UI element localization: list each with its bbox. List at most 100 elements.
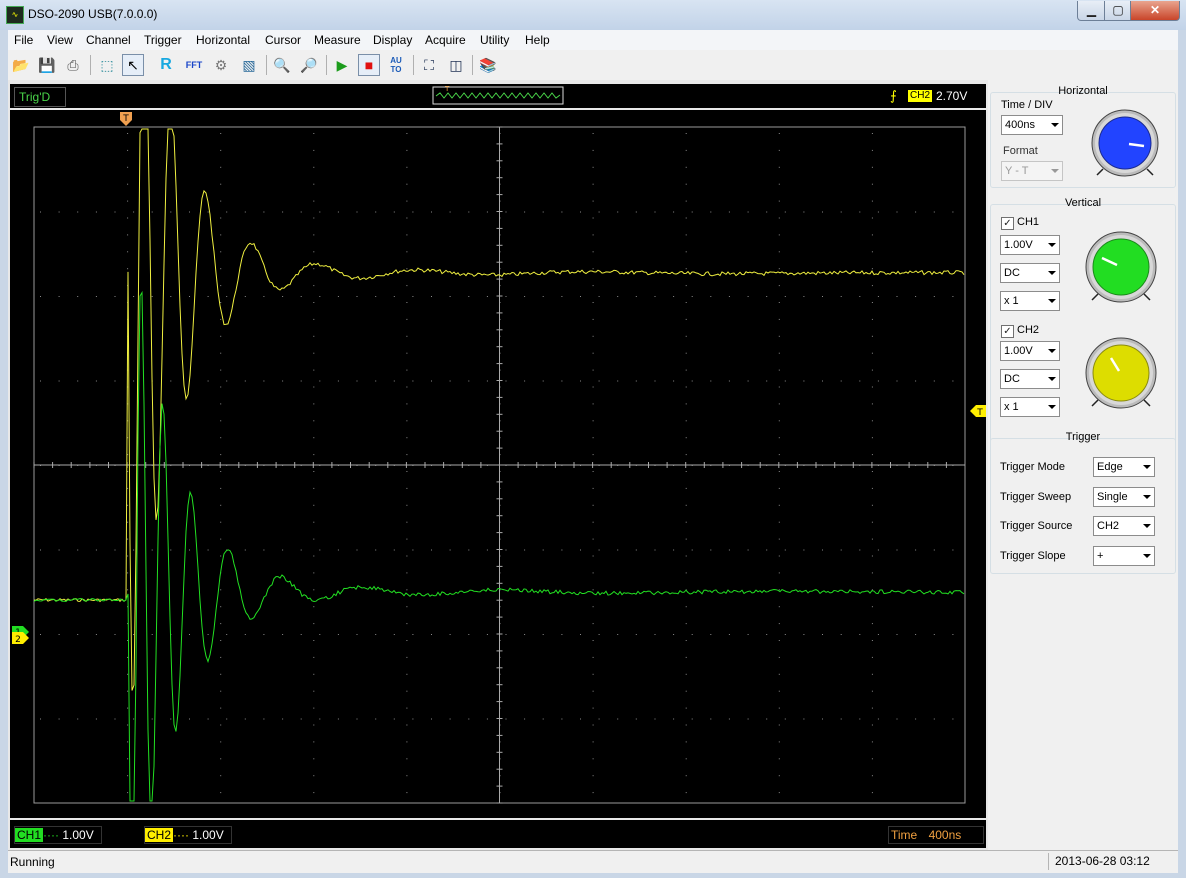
grid-dot <box>313 707 315 709</box>
ch1-coupling-select[interactable]: DC <box>1000 263 1060 283</box>
grid-dot <box>468 296 470 297</box>
trigger-source-tag: CH2 <box>908 90 933 102</box>
menu-utility[interactable]: Utility <box>480 33 509 47</box>
ch1-volts-knob[interactable] <box>1083 229 1159 305</box>
ch2-coupling-select[interactable]: DC <box>1000 369 1060 389</box>
auto-icon[interactable]: AU TO <box>385 54 407 76</box>
menu-display[interactable]: Display <box>373 33 412 47</box>
math-icon[interactable]: ⚙ <box>210 54 232 76</box>
grid-dot <box>592 166 594 168</box>
grid-dot <box>685 166 687 168</box>
minimize-button[interactable]: ▁ <box>1077 1 1106 21</box>
grid-dot <box>635 634 637 635</box>
grid-dot <box>592 792 594 794</box>
menu-acquire[interactable]: Acquire <box>425 33 466 47</box>
persist-icon[interactable]: ▧ <box>238 54 260 76</box>
grid-dot <box>393 211 395 213</box>
grid-dot <box>592 386 594 388</box>
grid-dot <box>803 634 805 635</box>
grid-dot <box>635 296 637 297</box>
grid-dot <box>375 211 377 213</box>
ch1-probe-select[interactable]: x 1 <box>1000 291 1060 311</box>
grid-dot <box>592 352 594 354</box>
grid-dot <box>226 634 228 635</box>
grid-dot <box>871 369 873 371</box>
scope-screen[interactable]: T T 1 2 <box>10 110 986 818</box>
grid-dot <box>406 487 408 489</box>
grid-dot <box>747 296 749 297</box>
trigger-level: 2.70V <box>936 89 968 103</box>
time-label: Time <box>891 828 918 842</box>
menu-help[interactable]: Help <box>525 33 550 47</box>
book-icon[interactable]: 📚 <box>477 54 499 76</box>
grid-dot <box>859 549 861 551</box>
grid-dot <box>592 741 594 743</box>
menu-file[interactable]: File <box>14 33 33 47</box>
grid-dot <box>933 211 935 213</box>
menu-trigger[interactable]: Trigger <box>144 33 182 47</box>
trigger-sweep-select[interactable]: Single <box>1093 487 1155 507</box>
print-icon[interactable]: ⎙ <box>62 54 84 76</box>
fft-icon[interactable]: FFT <box>183 54 205 76</box>
grid-dot <box>685 673 687 675</box>
zoom-out-icon[interactable]: 🔎 <box>298 54 320 76</box>
run-icon[interactable]: ▶ <box>331 54 353 76</box>
pointer-icon[interactable]: ↖ <box>122 54 144 76</box>
ch1-volts-select[interactable]: 1.00V <box>1000 235 1060 255</box>
grid-dot <box>778 504 780 506</box>
fullscreen-icon[interactable]: ⛶ <box>418 54 440 76</box>
grid-dot <box>685 555 687 557</box>
grid-dot <box>263 211 265 213</box>
zoom-in-icon[interactable]: 🔍 <box>271 54 293 76</box>
grid-dot <box>313 640 315 641</box>
menu-horizontal[interactable]: Horizontal <box>196 33 250 47</box>
grid-dot <box>486 380 488 382</box>
reference-icon[interactable]: R <box>155 54 177 76</box>
grid-dot <box>871 724 873 726</box>
grid-dot <box>747 634 749 635</box>
menu-measure[interactable]: Measure <box>314 33 361 47</box>
menu-cursor[interactable]: Cursor <box>265 33 301 47</box>
format-select[interactable]: Y - T <box>1001 161 1063 181</box>
stop-icon[interactable]: ■ <box>358 54 380 76</box>
time-div-label: Time / DIV <box>1001 99 1053 111</box>
grid-dot <box>877 634 879 635</box>
open-icon[interactable]: 📂 <box>10 54 32 76</box>
trigger-source-select[interactable]: CH2 <box>1093 516 1155 536</box>
grid-dot <box>859 380 861 382</box>
grid-dot <box>282 296 284 297</box>
trigger-marker-label: T <box>122 114 129 124</box>
grid-dot <box>592 183 594 185</box>
maximize-button[interactable]: ▢ <box>1104 1 1132 21</box>
grid-dot <box>710 380 712 382</box>
ch2-volts-select[interactable]: 1.00V <box>1000 341 1060 361</box>
trigger-position-preview[interactable]: T <box>432 84 564 106</box>
grid-dot <box>778 741 780 743</box>
panel-icon[interactable]: ◫ <box>445 54 467 76</box>
menu-view[interactable]: View <box>47 33 73 47</box>
timebase-knob[interactable] <box>1089 107 1161 179</box>
grid-dot <box>127 538 129 540</box>
save-icon[interactable]: 💾 <box>36 54 58 76</box>
status-datetime: 2013-06-28 03:12 <box>1048 853 1183 870</box>
grid-dot <box>524 296 526 297</box>
select-cursor-icon[interactable]: ⬚ <box>96 54 118 76</box>
ch2-probe-select[interactable]: x 1 <box>1000 397 1060 417</box>
ch2-enable-checkbox[interactable]: ✓ <box>1001 325 1014 338</box>
grid-dot <box>822 718 823 720</box>
ch2-volts-knob[interactable] <box>1083 335 1159 411</box>
trigger-slope-select[interactable]: + <box>1093 546 1155 566</box>
grid-dot <box>406 437 408 439</box>
grid-dot <box>877 718 879 720</box>
menu-channel[interactable]: Channel <box>86 33 131 47</box>
close-button[interactable]: ✕ <box>1130 1 1180 21</box>
grid-dot <box>133 211 135 213</box>
time-div-select[interactable]: 400ns <box>1001 115 1063 135</box>
ch1-enable-checkbox[interactable]: ✓ <box>1001 217 1014 230</box>
grid-dot <box>592 555 594 557</box>
grid-dot <box>220 302 222 303</box>
grid-dot <box>313 454 315 456</box>
grid-dot <box>896 380 898 382</box>
grid-dot <box>207 296 209 297</box>
trigger-mode-select[interactable]: Edge <box>1093 457 1155 477</box>
